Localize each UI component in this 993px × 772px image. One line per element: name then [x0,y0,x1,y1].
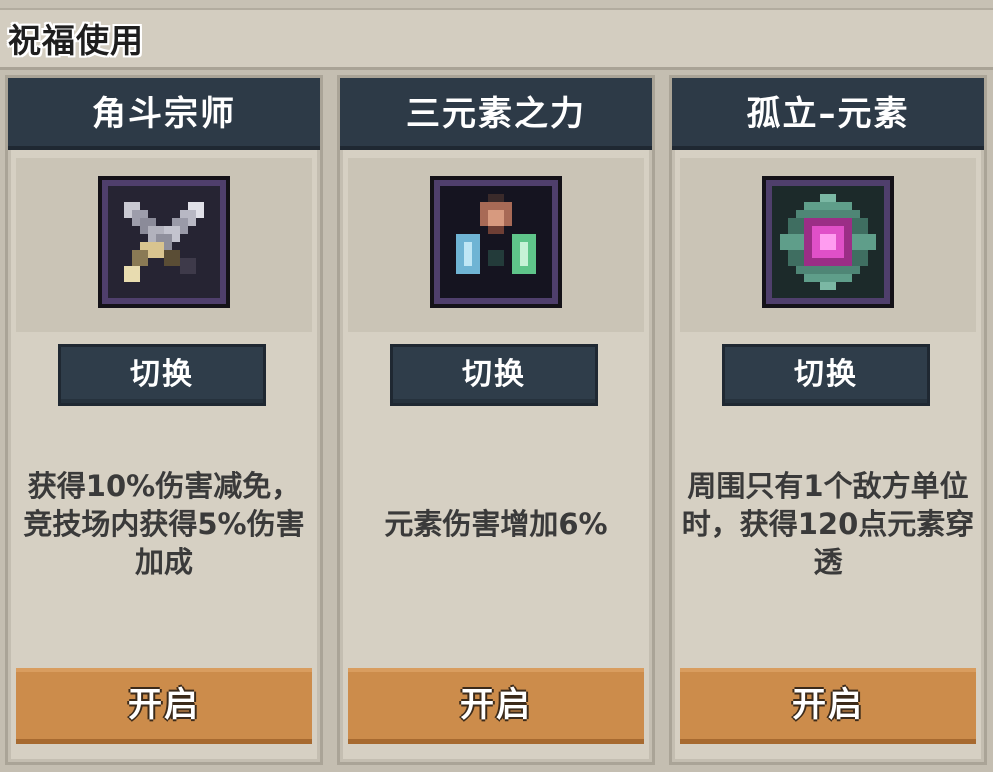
open-button-label: 开启 [128,685,200,725]
open-button-label: 开启 [460,685,532,725]
title-bar-top-edge [0,0,993,10]
open-button-label: 开启 [792,685,864,725]
switch-button-label: 切换 [462,357,526,392]
blessing-card-gladiator-master: 角斗宗师 切换 获得10%伤害减免，竞技场内获得5%伤害加成 开启 [8,78,320,762]
card-description-text: 获得10%伤害减免，竞技场内获得5%伤害加成 [23,469,305,579]
card-description: 周围只有1个敌方单位时，获得120点元素穿透 [672,434,984,614]
card-header: 孤立–元素 [672,78,984,150]
crossed-swords-graphic [108,186,220,298]
blessing-use-screen: 祝福使用 角斗宗师 切换 获得10%伤害减免，竞技场内获得5%伤害加成 开启 三… [0,0,993,772]
card-description: 元素伤害增加6% [340,434,652,614]
blessing-card-three-elements: 三元素之力 切换 元素伤害增加6% 开启 [340,78,652,762]
card-header: 三元素之力 [340,78,652,150]
switch-button[interactable]: 切换 [722,344,930,406]
card-title: 三元素之力 [406,94,586,134]
card-description-text: 元素伤害增加6% [384,507,608,541]
card-description: 获得10%伤害减免，竞技场内获得5%伤害加成 [8,434,320,614]
open-button[interactable]: 开启 [16,668,312,744]
crossed-swords-icon [102,180,226,304]
page-title: 祝福使用 [8,21,144,60]
switch-button-label: 切换 [130,357,194,392]
switch-button[interactable]: 切换 [390,344,598,406]
blessing-card-isolated-element: 孤立–元素 切换 周围只有1个敌方单位时，获得120点元素穿透 开启 [672,78,984,762]
icon-area [680,158,976,332]
crystal-graphic [772,186,884,298]
card-title: 角斗宗师 [92,94,236,134]
card-header: 角斗宗师 [8,78,320,150]
open-button[interactable]: 开启 [680,668,976,744]
card-title: 孤立–元素 [746,94,910,134]
switch-button[interactable]: 切换 [58,344,266,406]
switch-button-label: 切换 [794,357,858,392]
isolated-element-crystal-icon [766,180,890,304]
three-gems-graphic [440,186,552,298]
card-description-text: 周围只有1个敌方单位时，获得120点元素穿透 [681,469,975,579]
open-button[interactable]: 开启 [348,668,644,744]
title-bar: 祝福使用 [0,0,993,70]
icon-area [348,158,644,332]
icon-area [16,158,312,332]
three-elements-gems-icon [434,180,558,304]
